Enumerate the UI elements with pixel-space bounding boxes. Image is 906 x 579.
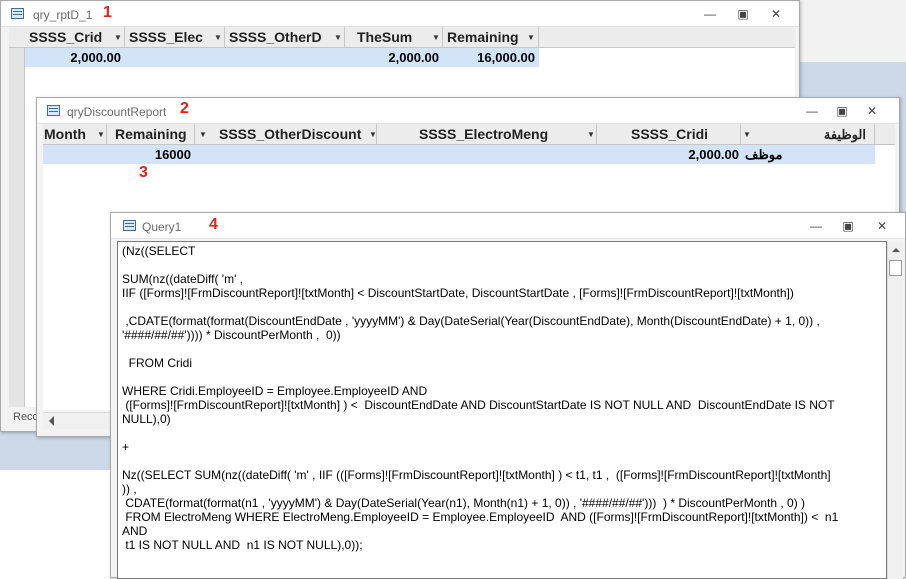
scroll-left-icon[interactable] (49, 416, 54, 426)
header-row: Month ▼ Remaining ▼ SSSS_OtherDiscount ▼… (43, 124, 895, 145)
dropdown-arrow-icon[interactable]: ▼ (212, 27, 224, 48)
dropdown-arrow-icon[interactable]: ▼ (525, 27, 537, 48)
cell[interactable]: 16,000.00 (443, 48, 539, 67)
header-row: SSSS_Crid ▼ SSSS_Elec ▼ SSSS_OtherD ▼ Th… (9, 27, 795, 48)
cell[interactable]: 2,000.00 (597, 145, 743, 164)
dropdown-arrow-icon[interactable]: ▼ (95, 124, 107, 145)
restore-icon[interactable]: ▣ (831, 103, 853, 119)
close-icon[interactable]: ✕ (871, 218, 893, 234)
query-window-query1[interactable]: Query1 4 — ▣ ✕ (Nz((SELECT SUM(nz((dateD… (110, 212, 906, 579)
dropdown-arrow-icon[interactable]: ▼ (332, 27, 344, 48)
column-header[interactable]: Remaining (107, 124, 195, 145)
column-header[interactable]: SSSS_ElectroMeng (377, 124, 597, 145)
minimize-icon[interactable]: — (805, 218, 827, 234)
datasheet-icon (123, 220, 136, 231)
minimize-icon[interactable]: — (801, 103, 823, 119)
annotation-number: 2 (180, 100, 189, 117)
record-navigation-label: Reco (13, 411, 39, 423)
dropdown-arrow-icon[interactable]: ▼ (585, 124, 597, 145)
annotation-number: 1 (103, 4, 112, 21)
annotation-number: 4 (209, 216, 218, 233)
annotation-number: 3 (139, 164, 148, 181)
cell[interactable]: 2,000.00 (25, 48, 125, 67)
window-title: qry_rptD_1 (33, 8, 93, 22)
sql-text-area[interactable]: (Nz((SELECT SUM(nz((dateDiff( 'm' , IIF … (117, 241, 887, 579)
column-header[interactable]: SSSS_OtherD (225, 27, 345, 48)
cell[interactable]: 2,000.00 (345, 48, 443, 67)
scrollbar-thumb[interactable] (889, 260, 902, 276)
datasheet-icon (47, 105, 60, 116)
titlebar[interactable]: Query1 4 — ▣ ✕ (111, 213, 905, 239)
dropdown-arrow-icon[interactable]: ▼ (112, 27, 124, 48)
cell[interactable] (125, 48, 225, 67)
minimize-icon[interactable]: — (699, 6, 721, 22)
dropdown-arrow-icon[interactable]: ▼ (430, 27, 442, 48)
close-icon[interactable]: ✕ (861, 103, 883, 119)
restore-icon[interactable]: ▣ (837, 218, 859, 234)
dropdown-arrow-icon[interactable]: ▼ (741, 124, 753, 145)
cell[interactable] (377, 145, 597, 164)
scroll-up-icon[interactable] (892, 248, 900, 252)
column-header[interactable]: TheSum (345, 27, 443, 48)
cell[interactable] (43, 145, 107, 164)
column-header[interactable]: SSSS_OtherDiscount (195, 124, 377, 145)
datasheet-icon (11, 8, 24, 19)
record-selector-column[interactable] (9, 27, 25, 407)
close-icon[interactable]: ✕ (765, 6, 787, 22)
window-title: Query1 (142, 220, 182, 234)
column-header[interactable]: SSSS_Elec (125, 27, 225, 48)
cell[interactable] (195, 145, 377, 164)
table-row[interactable]: 16000 2,000.00 موظف (43, 145, 875, 164)
titlebar[interactable]: qry_rptD_1 1 — ▣ ✕ (1, 1, 799, 27)
cell[interactable] (225, 48, 345, 67)
table-row[interactable]: 2,000.00 2,000.00 16,000.00 (25, 48, 539, 67)
cell[interactable]: 16000 (107, 145, 195, 164)
titlebar[interactable]: qryDiscountReport 2 — ▣ ✕ (37, 98, 899, 124)
column-header[interactable]: SSSS_Crid (25, 27, 125, 48)
grid-corner (875, 124, 895, 145)
vertical-scrollbar[interactable] (887, 242, 903, 579)
column-header[interactable]: SSSS_Cridi (597, 124, 741, 145)
restore-icon[interactable]: ▣ (732, 6, 754, 22)
window-title: qryDiscountReport (67, 105, 167, 119)
cell[interactable]: موظف (743, 145, 875, 164)
column-header[interactable]: الوظيفة (753, 124, 875, 145)
